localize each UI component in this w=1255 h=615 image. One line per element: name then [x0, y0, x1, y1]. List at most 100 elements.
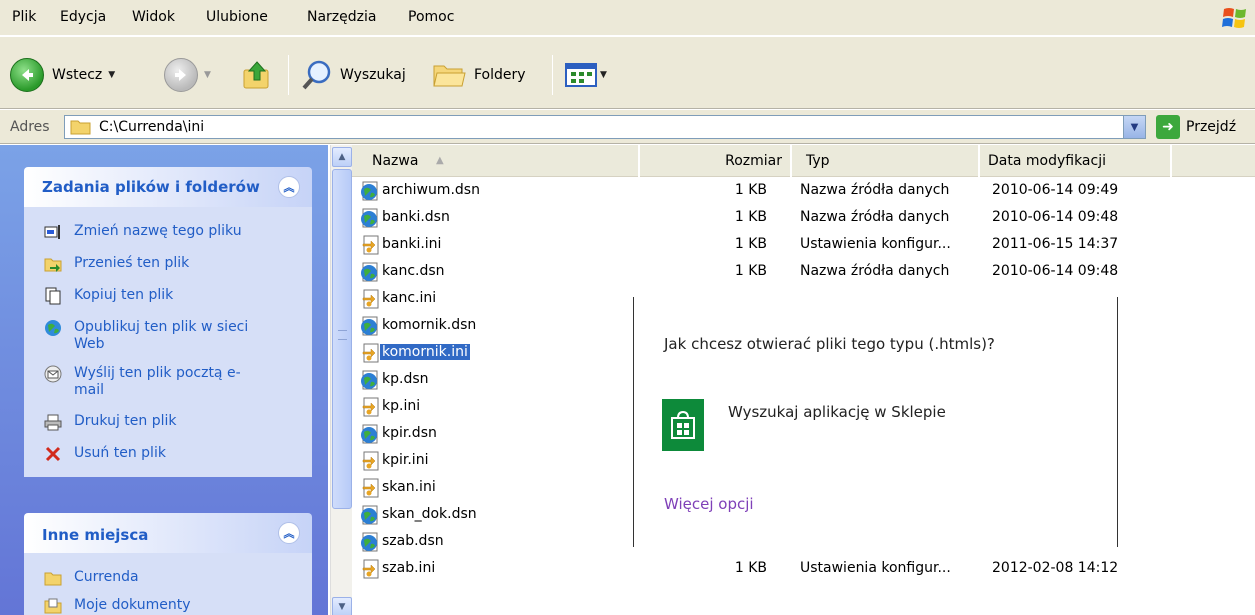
file-date: 2011-06-15 14:37: [992, 236, 1119, 252]
delete-icon: [45, 446, 61, 462]
file-name[interactable]: kpir.dsn: [380, 425, 439, 441]
toolbar: Wstecz ▼ ▼ Wyszukaj Foldery ▼: [0, 37, 1255, 109]
column-header-size[interactable]: Rozmiar: [640, 145, 790, 177]
task-move[interactable]: Przenieś ten plik: [44, 255, 189, 273]
folders-icon: [433, 65, 466, 87]
file-name[interactable]: kpir.ini: [380, 452, 430, 468]
menu-edit[interactable]: Edycja: [60, 9, 106, 25]
menu-favorites[interactable]: Ulubione: [206, 9, 268, 25]
back-label: Wstecz: [52, 67, 103, 83]
file-name[interactable]: szab.ini: [380, 560, 437, 576]
task-rename[interactable]: Zmień nazwę tego pliku: [44, 223, 242, 241]
file-row[interactable]: archiwum.dsn 1 KB Nazwa źródła danych 2010-…: [352, 178, 1255, 205]
menu-help[interactable]: Pomoc: [408, 9, 454, 25]
file-name[interactable]: komornik.dsn: [380, 317, 478, 333]
scrollbar-thumb[interactable]: [332, 169, 352, 509]
place-currenda[interactable]: Currenda: [44, 569, 139, 587]
task-label: Wyślij ten plik pocztą e-mail: [74, 365, 241, 398]
go-arrow-icon[interactable]: ➜: [1156, 115, 1180, 139]
file-name[interactable]: szab.dsn: [380, 533, 446, 549]
collapse-chevron-icon[interactable]: ︽: [278, 176, 300, 198]
menu-file[interactable]: Plik: [12, 9, 36, 25]
column-name-label: Nazwa: [372, 153, 419, 169]
views-dropdown-icon[interactable]: ▼: [600, 70, 607, 80]
file-tasks-title: Zadania plików i folderów: [42, 178, 260, 196]
address-path: C:\Currenda\ini: [99, 119, 205, 135]
menu-tools[interactable]: Narzędzia: [307, 9, 376, 25]
address-dropdown-icon[interactable]: ▼: [1123, 116, 1145, 138]
forward-dropdown-icon[interactable]: ▼: [204, 70, 211, 80]
file-row[interactable]: banki.dsn 1 KB Nazwa źródła danych 2010-06-…: [352, 205, 1255, 232]
task-delete[interactable]: Usuń ten plik: [44, 445, 166, 463]
task-email[interactable]: Wyślij ten plik pocztą e-mail: [44, 365, 264, 399]
task-print[interactable]: Drukuj ten plik: [44, 413, 177, 431]
up-folder-icon: [243, 61, 269, 89]
folders-label: Foldery: [474, 67, 526, 83]
file-name[interactable]: kp.ini: [380, 398, 422, 414]
file-size: 1 KB: [734, 182, 767, 198]
task-label: Zmień nazwę tego pliku: [74, 223, 242, 239]
file-name[interactable]: kanc.dsn: [380, 263, 447, 279]
place-my-documents[interactable]: Moje dokumenty: [44, 597, 191, 615]
up-folder-button[interactable]: [240, 57, 274, 93]
views-button[interactable]: ▼: [564, 57, 607, 93]
back-button[interactable]: Wstecz ▼: [10, 57, 115, 93]
rename-icon: [44, 225, 60, 239]
folder-icon: [70, 120, 91, 135]
file-name[interactable]: skan_dok.dsn: [380, 506, 479, 522]
task-copy[interactable]: Kopiuj ten plik: [44, 287, 173, 305]
column-header-empty: [1172, 145, 1255, 177]
store-icon[interactable]: [662, 399, 704, 451]
print-icon: [44, 414, 62, 431]
search-icon: [302, 60, 331, 90]
column-header-name[interactable]: Nazwa ▲: [352, 145, 638, 177]
file-date: 2012-02-08 14:12: [992, 560, 1119, 576]
file-size: 1 KB: [734, 560, 767, 576]
ini-file-icon: [362, 451, 379, 471]
more-options-link[interactable]: Więcej opcji: [664, 495, 754, 513]
place-label: Moje dokumenty: [74, 597, 191, 613]
folders-button[interactable]: Foldery: [432, 57, 526, 93]
search-button[interactable]: Wyszukaj: [300, 57, 406, 93]
address-input[interactable]: C:\Currenda\ini ▼: [64, 115, 1146, 139]
back-arrow-icon: [10, 58, 44, 92]
task-label: Opublikuj ten plik w sieci Web: [74, 319, 249, 352]
forward-button[interactable]: ▼: [164, 57, 211, 93]
file-name[interactable]: skan.ini: [380, 479, 438, 495]
store-search-option[interactable]: Wyszukaj aplikację w Sklepie: [728, 403, 946, 421]
place-label: Currenda: [74, 569, 139, 585]
dsn-file-icon: [361, 505, 378, 525]
move-icon: [44, 258, 62, 272]
other-places-title: Inne miejsca: [42, 526, 149, 544]
file-row[interactable]: kanc.dsn 1 KB Nazwa źródła danych 2010-06-1…: [352, 259, 1255, 286]
task-label: Usuń ten plik: [74, 445, 166, 461]
file-name[interactable]: banki.ini: [380, 236, 443, 252]
back-dropdown-icon[interactable]: ▼: [108, 70, 115, 80]
vertical-scrollbar[interactable]: ▲ ▼: [330, 145, 352, 615]
file-row[interactable]: szab.ini 1 KB Ustawienia konfigur... 2012-0…: [352, 556, 1255, 583]
dsn-file-icon: [361, 181, 378, 201]
go-label[interactable]: Przejdź: [1186, 119, 1236, 135]
scroll-down-icon[interactable]: ▼: [332, 597, 352, 615]
file-name[interactable]: banki.dsn: [380, 209, 452, 225]
file-name[interactable]: archiwum.dsn: [380, 182, 482, 198]
file-name[interactable]: kp.dsn: [380, 371, 431, 387]
task-publish-web[interactable]: Opublikuj ten plik w sieci Web: [44, 319, 264, 353]
ini-file-icon: [362, 289, 379, 309]
scroll-up-icon[interactable]: ▲: [332, 147, 352, 167]
task-label: Przenieś ten plik: [74, 255, 190, 271]
ini-file-icon: [362, 559, 379, 579]
menu-view[interactable]: Widok: [132, 9, 175, 25]
file-size: 1 KB: [734, 209, 767, 225]
search-label: Wyszukaj: [340, 67, 406, 83]
file-name[interactable]: komornik.ini: [380, 344, 470, 360]
ini-file-icon: [362, 235, 379, 255]
column-header-type[interactable]: Typ: [792, 145, 978, 177]
file-row[interactable]: banki.ini 1 KB Ustawienia konfigur... 2011-…: [352, 232, 1255, 259]
other-places-header[interactable]: Inne miejsca ︽: [24, 513, 312, 553]
open-with-popup: Jak chcesz otwierać pliki tego typu (.ht…: [633, 297, 1118, 547]
collapse-chevron-icon[interactable]: ︽: [278, 522, 300, 544]
column-header-date[interactable]: Data modyfikacji: [980, 145, 1170, 177]
file-tasks-header[interactable]: Zadania plików i folderów ︽: [24, 167, 312, 207]
file-name[interactable]: kanc.ini: [380, 290, 438, 306]
